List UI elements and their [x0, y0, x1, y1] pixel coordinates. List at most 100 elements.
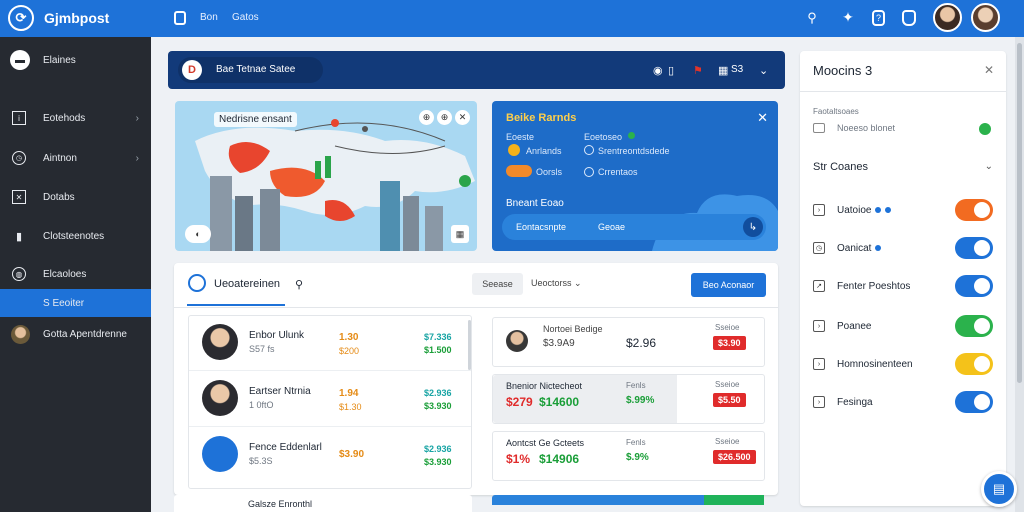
bottom-card-text: Galsze Enronthl	[248, 499, 313, 509]
save-fab-button[interactable]: ▤	[981, 471, 1017, 507]
user-avatar-2[interactable]	[971, 3, 1000, 32]
detail-card[interactable]: Nortoei Bedige $3.9A9 $2.96 Sseioe $3.90	[492, 317, 765, 367]
person-amount-secondary: $3.930	[424, 401, 452, 411]
close-icon[interactable]: ✕	[984, 63, 994, 77]
list-item[interactable]: Enbor Ulunk S57 fs 1.30 $200 $7.336 $1.5…	[189, 316, 471, 371]
detail-sub: $3.9A9	[543, 338, 575, 349]
person-value: 1.30	[339, 332, 359, 343]
status-dot	[508, 144, 520, 156]
person-amount-secondary: $1.500	[424, 345, 452, 355]
toggle-switch[interactable]	[955, 275, 993, 297]
sort-select[interactable]: Ueoctorss ⌄	[531, 278, 582, 289]
detail-card[interactable]: Aontcst Ge Gcteets $1% $14906 Fenls $.9%…	[492, 431, 765, 481]
square-icon[interactable]	[174, 11, 186, 25]
locate-icon[interactable]: ⊕	[437, 110, 452, 125]
search-icon[interactable]: ⚲	[295, 278, 303, 291]
status-input[interactable]: Eontacsnpte Geoae ↳	[502, 214, 766, 240]
help-icon[interactable]: ?	[872, 10, 885, 26]
person-amount: $2.936	[424, 388, 452, 398]
zoom-in-icon[interactable]: ⊕	[419, 110, 434, 125]
sidebar: ▬ Elaines i Eotehods › ◷ Aintnon › ✕ Dot…	[0, 37, 151, 512]
folder-icon	[813, 123, 825, 133]
filter-button[interactable]: Seease	[472, 273, 523, 295]
list-item[interactable]: Fence Eddenlarl $5.3S $3.90 $2.936 $3.93…	[189, 428, 471, 483]
status-caption-right: Eoetoseo	[584, 132, 623, 142]
sidebar-item-5[interactable]: ◍ Elcaoloes	[0, 260, 151, 288]
map-toggle-icon[interactable]: ◐	[185, 225, 211, 243]
toggle-label: Fenter Poeshtos	[837, 281, 911, 292]
tab-people[interactable]: Ueoatereinen	[214, 278, 280, 290]
toggle-switch[interactable]	[955, 353, 993, 375]
detail-card[interactable]: Bnenior Nictecheot $279 $14600 Fenls $.9…	[492, 374, 765, 424]
top-bar: ⟳ Gjmbpost Bon Gatos ⚲ ✦ ?	[0, 0, 1024, 37]
page-scrollbar[interactable]	[1015, 37, 1024, 512]
sidebar-item-label: Aintnon	[43, 152, 77, 164]
map-card[interactable]: Nedrisne ensant ⊕ ⊕ ✕ ◐ ▦	[175, 101, 477, 251]
menu-icon[interactable]: ▦	[718, 64, 728, 77]
status-row-left: Oorsls	[536, 167, 563, 177]
people-list: Enbor Ulunk S57 fs 1.30 $200 $7.336 $1.5…	[188, 315, 472, 489]
info-icon: i	[12, 111, 26, 125]
bottom-progress-strip	[492, 495, 764, 505]
settings-icon[interactable]: ✦	[840, 9, 856, 25]
toggle-label: Homnosinenteen	[837, 359, 913, 370]
status-dot	[584, 167, 594, 177]
sidebar-header[interactable]: ▬ Elaines	[0, 45, 151, 75]
chart-icon[interactable]: ▯	[668, 64, 674, 77]
toggle-switch[interactable]	[955, 237, 993, 259]
sidebar-item-3[interactable]: ✕ Dotabs	[0, 183, 151, 211]
person-amount-secondary: $3.930	[424, 457, 452, 467]
sidebar-item-label: Dotabs	[43, 191, 75, 203]
page-scrollbar-thumb[interactable]	[1017, 43, 1022, 383]
chevron-down-icon[interactable]: ⌄	[985, 161, 993, 172]
eye-icon[interactable]: ◉	[653, 64, 663, 77]
toggle-label: Uatoioe	[837, 205, 872, 216]
toggle-switch[interactable]	[955, 199, 993, 221]
toggle-row-1: › Uatoioe	[813, 199, 993, 221]
detail-amount: $2.96	[626, 336, 657, 350]
settings-field[interactable]: Noeeso blonet	[813, 123, 991, 137]
chevron-down-icon[interactable]: ⌄	[759, 64, 768, 77]
close-icon[interactable]: ✕	[757, 110, 768, 126]
flag-icon[interactable]: ⚑	[693, 64, 703, 77]
layers-icon[interactable]: ▦	[451, 225, 469, 243]
sidebar-item-7[interactable]: Gotta Apentdrenne	[0, 320, 151, 348]
detail-percent: $.9%	[626, 452, 649, 463]
detail-percent: $.99%	[626, 395, 655, 406]
toggle-switch[interactable]	[955, 391, 993, 413]
chevron-down-icon: ⌄	[574, 278, 582, 288]
top-nav-link-2[interactable]: Gatos	[232, 12, 259, 23]
sidebar-item-label: Clotsteenotes	[43, 230, 105, 242]
user-avatar-1[interactable]	[933, 3, 962, 32]
person-value: $3.90	[339, 449, 365, 460]
settings-divider	[800, 91, 1006, 92]
status-input-left: Eontacsnpte	[516, 222, 567, 232]
add-action-button[interactable]: Beo Aconaor	[691, 273, 766, 297]
header-pill-text: Bae Tetnae Satee	[216, 64, 296, 75]
sidebar-item-6[interactable]: S Eeoiter	[0, 289, 151, 317]
bottom-card[interactable]: Galsze Enronthl	[174, 495, 472, 512]
notifications-icon[interactable]	[902, 10, 916, 26]
toggle-label-wrap: Oanicat	[837, 243, 882, 254]
globe-icon: ◍	[12, 267, 26, 281]
setting-icon: ◷	[813, 242, 825, 254]
sidebar-item-4[interactable]: ▮ Clotsteenotes	[0, 222, 151, 250]
top-nav-link-1[interactable]: Bon	[200, 12, 218, 23]
sidebar-item-label: Elcaoloes	[43, 268, 87, 280]
person-value: 1.94	[339, 388, 359, 399]
map-label: Nedrisne ensant	[214, 112, 297, 127]
list-item[interactable]: Eartser Ntrnia 1 0ftO 1.94 $1.30 $2.936 …	[189, 372, 471, 427]
send-icon[interactable]: ↳	[743, 217, 763, 237]
close-icon[interactable]: ✕	[455, 110, 470, 125]
settings-title: Moocins 3	[813, 63, 873, 78]
search-icon[interactable]: ⚲	[804, 10, 820, 26]
toggle-knob	[974, 356, 990, 372]
toggle-switch[interactable]	[955, 315, 993, 337]
status-dot-yellow	[628, 132, 635, 139]
sidebar-item-2[interactable]: ◷ Aintnon ›	[0, 144, 151, 172]
person-sub: S57 fs	[249, 344, 275, 354]
app-logo-icon[interactable]: ⟳	[8, 5, 34, 31]
header-pill[interactable]: D Bae Tetnae Satee	[178, 57, 323, 83]
sidebar-item-1[interactable]: i Eotehods ›	[0, 104, 151, 132]
setting-icon: ›	[813, 358, 825, 370]
